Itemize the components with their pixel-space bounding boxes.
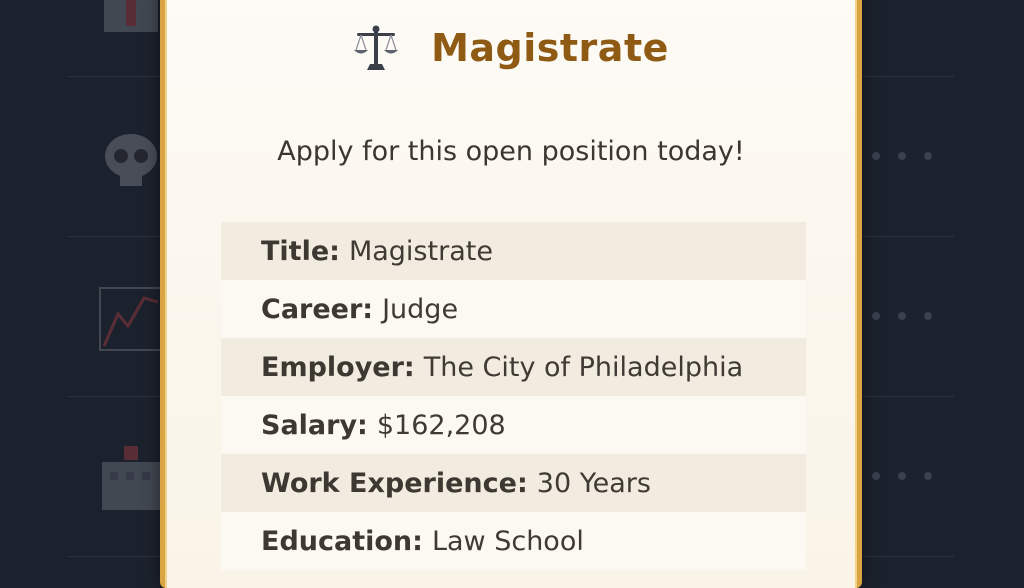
detail-label: Employer: (261, 351, 415, 383)
detail-row-title: Title: Magistrate (221, 222, 806, 280)
detail-value: 30 Years (536, 467, 651, 499)
detail-value: The City of Philadelphia (423, 351, 744, 383)
detail-row-salary: Salary: $162,208 (221, 396, 806, 454)
card-header: Magistrate (165, 18, 857, 78)
skull-icon[interactable] (96, 124, 166, 194)
detail-value: Judge (382, 293, 459, 325)
detail-value: Law School (431, 525, 584, 557)
detail-value: $162,208 (376, 409, 506, 441)
stock-chart-icon[interactable] (96, 284, 166, 354)
apply-tagline: Apply for this open position today! (277, 136, 745, 167)
detail-label: Work Experience: (261, 467, 528, 499)
detail-row-experience: Work Experience: 30 Years (221, 454, 806, 512)
hospital-icon[interactable] (96, 0, 166, 38)
detail-row-education: Education: Law School (221, 512, 806, 570)
more-dots-icon[interactable] (872, 469, 932, 483)
detail-label: Career: (261, 293, 374, 325)
job-title: Magistrate (431, 26, 669, 70)
balance-scale-icon (354, 25, 399, 70)
job-offer-card: Magistrate Apply for this open position … (160, 0, 862, 588)
more-dots-icon[interactable] (872, 309, 932, 323)
detail-label: Title: (261, 235, 340, 267)
detail-row-career: Career: Judge (221, 280, 806, 338)
detail-label: Salary: (261, 409, 368, 441)
detail-label: Education: (261, 525, 423, 557)
more-dots-icon[interactable] (872, 149, 932, 163)
detail-row-employer: Employer: The City of Philadelphia (221, 338, 806, 396)
hospital-building-icon[interactable] (96, 444, 166, 514)
job-details-table: Title: Magistrate Career: Judge Employer… (221, 222, 806, 570)
detail-value: Magistrate (348, 235, 493, 267)
